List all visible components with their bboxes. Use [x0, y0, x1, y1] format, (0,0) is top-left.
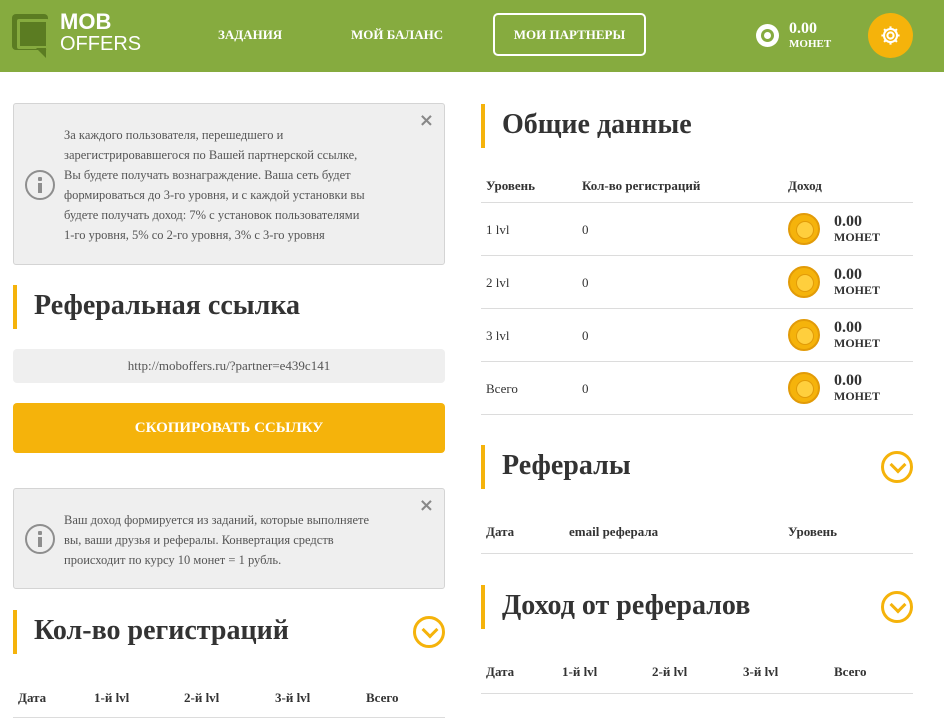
coin-icon: [788, 213, 820, 245]
summary-level: 1 lvl: [486, 222, 510, 237]
nav-my-partners[interactable]: МОИ ПАРТНЕРЫ: [493, 13, 646, 56]
referral-link-field[interactable]: http://moboffers.ru/?partner=e439c141: [13, 349, 445, 383]
summary-col-level: Уровень: [486, 178, 536, 193]
income-col-lvl1: 1-й lvl: [562, 664, 598, 679]
info-line: За каждого пользователя, перешедшего и: [64, 128, 284, 142]
summary-count: 0: [582, 381, 589, 396]
divider: [481, 361, 913, 362]
summary-col-registrations: Кол-во регистраций: [582, 178, 701, 193]
referral-link-title: Реферальная ссылка: [13, 285, 300, 329]
summary-unit: МОНЕТ: [834, 336, 881, 350]
top-bar: MOB OFFERS ЗАДАНИЯ МОЙ БАЛАНС МОИ ПАРТНЕ…: [0, 0, 944, 72]
info-text-income: Ваш доход формируется из заданий, которы…: [64, 510, 418, 570]
coin-icon: [788, 266, 820, 298]
summary-count: 0: [582, 275, 589, 290]
referrals-col-date: Дата: [486, 524, 515, 539]
info-line: формироваться до 3-го уровня, и с каждой…: [64, 188, 365, 202]
income-col-lvl3: 3-й lvl: [743, 664, 779, 679]
divider: [481, 553, 913, 554]
registrations-title: Кол-во регистраций: [13, 610, 289, 654]
income-title: Доход от рефералов: [481, 585, 750, 629]
chevron-down-icon[interactable]: [881, 451, 913, 483]
coin-icon: [788, 319, 820, 351]
nav-my-balance[interactable]: МОЙ БАЛАНС: [351, 27, 443, 43]
info-line: происходит по курсу 10 монет = 1 рубль.: [64, 553, 282, 567]
reg-col-lvl2: 2-й lvl: [184, 690, 220, 705]
info-box-income: × Ваш доход формируется из заданий, кото…: [13, 488, 445, 589]
info-line: будете получать доход: 7% с установок по…: [64, 208, 360, 222]
logo-bubble-icon: [12, 14, 49, 58]
divider: [481, 255, 913, 256]
close-icon[interactable]: ×: [419, 497, 434, 515]
divider: [481, 202, 913, 203]
referrals-col-email: email реферала: [569, 524, 659, 539]
logo-text: MOB OFFERS: [60, 9, 142, 56]
summary-level: 2 lvl: [486, 275, 510, 290]
income-col-total: Всего: [834, 664, 867, 679]
summary-level: 3 lvl: [486, 328, 510, 343]
info-line: зарегистрировавшегося по Вашей партнерск…: [64, 148, 358, 162]
reg-col-lvl1: 1-й lvl: [94, 690, 130, 705]
divider: [481, 414, 913, 415]
summary-title: Общие данные: [481, 104, 692, 148]
copy-link-button[interactable]: СКОПИРОВАТЬ ССЫЛКУ: [13, 403, 445, 453]
info-line: вы, ваши друзья и рефералы. Конвертация …: [64, 533, 334, 547]
chevron-down-icon[interactable]: [881, 591, 913, 623]
info-icon: [25, 170, 55, 200]
income-col-date: Дата: [486, 664, 515, 679]
settings-button[interactable]: [868, 13, 913, 58]
reg-col-lvl3: 3-й lvl: [275, 690, 311, 705]
summary-unit: МОНЕТ: [834, 389, 881, 403]
gear-icon: [881, 26, 900, 45]
coin-icon: [788, 372, 820, 404]
divider: [481, 693, 913, 694]
summary-amount: 0.00: [834, 319, 862, 336]
logo[interactable]: MOB OFFERS: [12, 9, 152, 60]
summary-col-income: Доход: [788, 178, 822, 193]
info-box-partner: × За каждого пользователя, перешедшего и…: [13, 103, 445, 265]
referrals-title: Рефералы: [481, 445, 631, 489]
summary-unit: МОНЕТ: [834, 283, 881, 297]
balance-unit: МОНЕТ: [789, 38, 832, 50]
balance-amount: 0.00: [789, 20, 817, 37]
summary-amount: 0.00: [834, 372, 862, 389]
chevron-down-icon[interactable]: [413, 616, 445, 648]
divider: [481, 308, 913, 309]
nav-tasks[interactable]: ЗАДАНИЯ: [218, 27, 282, 43]
logo-offers: OFFERS: [60, 33, 142, 55]
summary-level: Всего: [486, 381, 518, 396]
info-line: Ваш доход формируется из заданий, которы…: [64, 513, 370, 527]
coin-radio-icon: [756, 24, 779, 47]
income-col-lvl2: 2-й lvl: [652, 664, 688, 679]
info-text-partner: За каждого пользователя, перешедшего и з…: [64, 125, 418, 245]
logo-mob: MOB: [60, 9, 112, 34]
divider: [13, 717, 445, 718]
reg-col-date: Дата: [18, 690, 47, 705]
summary-count: 0: [582, 328, 589, 343]
info-icon: [25, 524, 55, 554]
summary-amount: 0.00: [834, 266, 862, 283]
summary-unit: МОНЕТ: [834, 230, 881, 244]
reg-col-total: Всего: [366, 690, 399, 705]
close-icon[interactable]: ×: [419, 112, 434, 130]
info-line: 1-го уровня, 5% со 2-го уровня, 3% с 3-г…: [64, 228, 325, 242]
info-line: Вы будете получать вознаграждение. Ваша …: [64, 168, 351, 182]
summary-count: 0: [582, 222, 589, 237]
referrals-col-level: Уровень: [788, 524, 838, 539]
summary-amount: 0.00: [834, 213, 862, 230]
